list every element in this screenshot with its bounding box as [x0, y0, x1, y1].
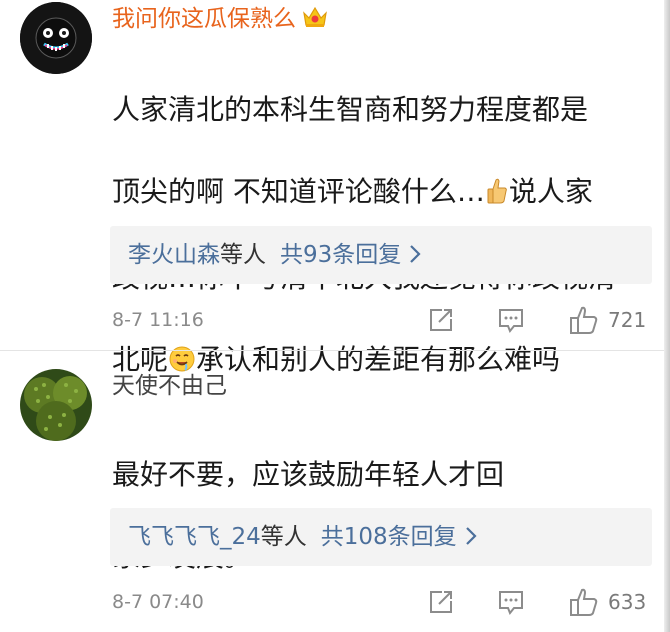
like-count: 721: [608, 308, 647, 332]
comment-line: 人家清北的本科生智商和努力程度都是: [112, 93, 589, 126]
replies-bar[interactable]: 李火山森等人 共93条回复: [110, 226, 652, 284]
avatar[interactable]: [20, 369, 92, 441]
avatar-image: [20, 2, 92, 74]
like-count: 633: [608, 590, 647, 614]
like-icon[interactable]: [568, 587, 600, 617]
comment-text: 顶尖的啊 不知道评论酸什么…: [112, 175, 485, 208]
comment-time: 8-7 07:40: [112, 591, 204, 613]
username[interactable]: 我问你这瓜保熟么: [112, 4, 328, 37]
comment-meta: 8-7 11:16 721: [112, 302, 652, 338]
chevron-right-icon: [409, 228, 421, 286]
reply-users-link[interactable]: 飞飞飞飞_24: [128, 524, 261, 550]
comment-item: 天使不由己 最好不要，应该鼓励年轻人才回 家乡发展。 飞飞飞飞_24等人共108…: [0, 351, 664, 632]
reply-users-link[interactable]: 李火山森: [128, 242, 220, 268]
replies-bar[interactable]: 飞飞飞飞_24等人 共108条回复: [110, 508, 652, 566]
crown-icon: [302, 5, 328, 37]
like-icon[interactable]: [568, 305, 600, 335]
share-icon[interactable]: [426, 305, 458, 335]
share-icon[interactable]: [426, 587, 458, 617]
username[interactable]: 天使不由己: [112, 371, 227, 401]
comment-time: 8-7 11:16: [112, 309, 204, 331]
avatar[interactable]: [20, 2, 92, 74]
username-text[interactable]: 天使不由己: [112, 373, 227, 399]
avatar-image: [20, 369, 92, 441]
chevron-right-icon: [465, 510, 477, 568]
comment-icon[interactable]: [496, 305, 528, 335]
thumbs-up-emoji: [485, 175, 509, 216]
scroll-edge: [664, 0, 670, 632]
reply-count-link[interactable]: 共93条回复: [280, 242, 401, 268]
comment-line: 最好不要，应该鼓励年轻人才回: [112, 458, 505, 491]
comment-meta: 8-7 07:40 633: [112, 584, 652, 620]
reply-users-suffix: 等人: [260, 524, 307, 550]
comment-text: 说人家: [508, 175, 593, 208]
reply-count-link[interactable]: 共108条回复: [321, 524, 457, 550]
username-text[interactable]: 我问你这瓜保熟么: [112, 6, 296, 32]
comment-icon[interactable]: [496, 587, 528, 617]
reply-users-suffix: 等人: [220, 242, 266, 268]
comment-feed: 我问你这瓜保熟么 人家清北的本科生智商和努力程度都是 顶尖的啊 不知道评论酸什么…: [0, 0, 670, 632]
comment-item: 我问你这瓜保熟么 人家清北的本科生智商和努力程度都是 顶尖的啊 不知道评论酸什么…: [0, 0, 664, 376]
comment-line: 顶尖的啊 不知道评论酸什么… 说人家: [112, 171, 642, 216]
